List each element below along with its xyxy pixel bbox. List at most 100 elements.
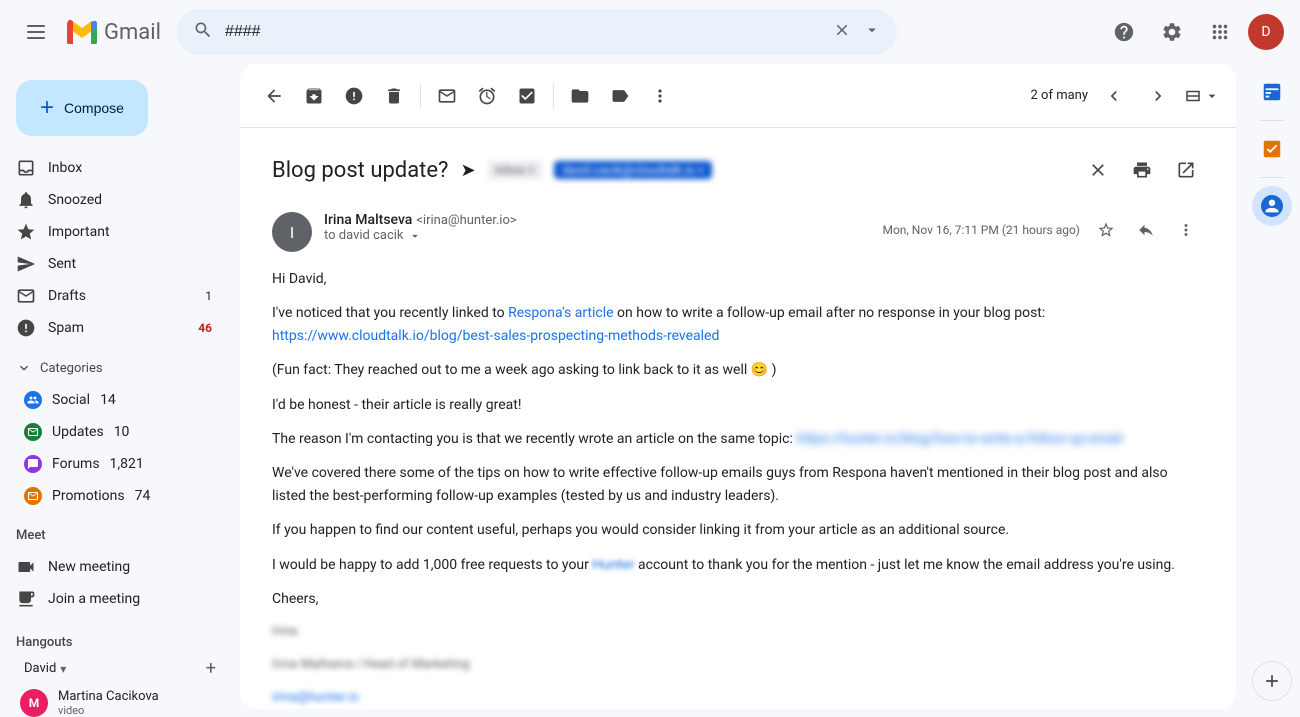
drafts-label: Drafts <box>48 288 193 304</box>
gmail-logo-text: Gmail <box>104 20 161 45</box>
right-add-button[interactable] <box>1252 661 1292 701</box>
sidebar-item-social[interactable]: Social 14 <box>0 384 224 416</box>
body-sig-title: Irina Maltseva | Head of Marketing <box>272 655 1204 676</box>
search-input[interactable] <box>225 23 821 41</box>
forward-indicator-icon: ➤ <box>460 160 475 181</box>
right-tasks-button[interactable] <box>1252 129 1292 169</box>
apps-button[interactable] <box>1200 12 1240 52</box>
forums-icon <box>24 455 42 473</box>
email-date: Mon, Nov 16, 7:11 PM (21 hours ago) <box>882 223 1080 237</box>
new-meeting-item[interactable]: New meeting <box>0 551 224 583</box>
more-toolbar-button[interactable] <box>642 78 678 114</box>
social-count: 14 <box>100 392 116 408</box>
sender-email: <irina@hunter.io> <box>416 213 516 228</box>
right-panel-divider-2 <box>1260 177 1284 178</box>
sidebar-item-drafts[interactable]: Drafts 1 <box>0 280 224 312</box>
right-panel <box>1244 64 1300 717</box>
search-bar[interactable] <box>177 9 897 55</box>
toolbar-sep-1 <box>420 84 421 108</box>
topbar: Gmail D <box>0 0 1300 64</box>
body-paragraph-6: If you happen to find our content useful… <box>272 519 1204 541</box>
body-sig-email: irina@hunter.io <box>272 688 1204 709</box>
body-paragraph-4: The reason I'm contacting you is that we… <box>272 428 1204 450</box>
toolbar-sep-2 <box>553 84 554 108</box>
sender-name: Irina Maltseva <box>324 212 412 228</box>
add-hangout-button[interactable]: + <box>206 658 216 679</box>
close-email-button[interactable] <box>1080 152 1116 188</box>
more-email-button[interactable] <box>1168 212 1204 248</box>
reply-button[interactable] <box>1128 212 1164 248</box>
body-paragraph-7: I would be happy to add 1,000 free reque… <box>272 554 1204 576</box>
respona-article-link[interactable]: Respona's article <box>508 305 613 321</box>
move-button[interactable] <box>562 78 598 114</box>
mark-unread-button[interactable] <box>429 78 465 114</box>
task-button[interactable] <box>509 78 545 114</box>
body-greeting: Hi David, <box>272 268 1204 290</box>
report-button[interactable] <box>336 78 372 114</box>
forums-count: 1,821 <box>110 456 144 472</box>
email-action-icons <box>1088 212 1204 248</box>
email-subject: Blog post update? <box>272 158 448 183</box>
hunter-article-link[interactable]: https://hunter.io/blog/how-to-write-a-fo… <box>796 431 1122 447</box>
join-meeting-label: Join a meeting <box>48 591 212 607</box>
user-avatar[interactable]: D <box>1248 14 1284 50</box>
sidebar-item-updates[interactable]: Updates 10 <box>0 416 224 448</box>
next-email-button[interactable] <box>1140 78 1176 114</box>
sidebar-item-promotions[interactable]: Promotions 74 <box>0 480 224 512</box>
gmail-logo: Gmail <box>64 14 161 50</box>
toolbar-right: 2 of many <box>1031 78 1221 114</box>
archive-button[interactable] <box>296 78 332 114</box>
meet-section: Meet New meeting Join a meeting <box>0 520 240 623</box>
right-add-section <box>1252 661 1292 709</box>
to-tag[interactable]: david.cacik@cloudtalk.io × <box>554 161 712 179</box>
updates-count: 10 <box>114 424 130 440</box>
compose-button[interactable]: + Compose <box>16 80 148 136</box>
david-user[interactable]: David ▾ + <box>16 654 224 683</box>
social-label: Social <box>52 392 90 408</box>
right-calendar-button[interactable] <box>1252 72 1292 112</box>
email-header: I Irina Maltseva <irina@hunter.io> to da… <box>272 212 1204 252</box>
hangout-contact-martina[interactable]: M Martina Cacikova video <box>16 683 224 717</box>
cloudtalk-blog-link[interactable]: https://www.cloudtalk.io/blog/best-sales… <box>272 328 719 344</box>
view-toggle-button[interactable] <box>1184 78 1220 114</box>
sidebar-item-sent[interactable]: Sent <box>0 248 224 280</box>
search-clear-icon[interactable] <box>833 21 851 43</box>
hangouts-label: Hangouts <box>16 635 72 650</box>
sidebar-item-forums[interactable]: Forums 1,821 <box>0 448 224 480</box>
categories-section: Categories Social 14 Updates 10 <box>0 352 240 512</box>
categories-header[interactable]: Categories <box>0 352 240 384</box>
compose-section: + Compose <box>16 80 224 136</box>
email-subject-row: Blog post update? ➤ Inbox × david.cacik@… <box>272 152 1204 188</box>
prev-email-button[interactable] <box>1096 78 1132 114</box>
important-icon <box>16 222 36 242</box>
delete-button[interactable] <box>376 78 412 114</box>
back-button[interactable] <box>256 78 292 114</box>
open-external-button[interactable] <box>1168 152 1204 188</box>
hamburger-button[interactable] <box>16 12 56 52</box>
subject-actions <box>1080 152 1204 188</box>
recipient-dropdown-icon[interactable] <box>408 229 422 243</box>
spam-label: Spam <box>48 320 186 336</box>
martina-name: Martina Cacikova <box>58 689 159 704</box>
print-email-button[interactable] <box>1124 152 1160 188</box>
star-button[interactable] <box>1088 212 1124 248</box>
body-paragraph-5: We've covered there some of the tips on … <box>272 462 1204 507</box>
snooze-button[interactable] <box>469 78 505 114</box>
email-area: 2 of many Blog post update? ➤ Inbox × <box>240 64 1236 709</box>
sidebar-item-inbox[interactable]: Inbox <box>0 152 224 184</box>
hunter-account-link[interactable]: Hunter <box>592 557 634 573</box>
sidebar-item-important[interactable]: Important <box>0 216 224 248</box>
right-contacts-button[interactable] <box>1252 186 1292 226</box>
sidebar-item-snoozed[interactable]: Snoozed <box>0 184 224 216</box>
label-button[interactable] <box>602 78 638 114</box>
inbox-label-tag[interactable]: Inbox × <box>488 161 543 179</box>
sidebar: + Compose Inbox Snoozed Impo <box>0 64 240 717</box>
spam-icon <box>16 318 36 338</box>
help-button[interactable] <box>1104 12 1144 52</box>
join-meeting-item[interactable]: Join a meeting <box>0 583 224 615</box>
settings-button[interactable] <box>1152 12 1192 52</box>
search-dropdown-icon[interactable] <box>863 21 881 43</box>
important-label: Important <box>48 224 212 240</box>
compose-label: Compose <box>64 100 124 116</box>
sidebar-item-spam[interactable]: Spam 46 <box>0 312 224 344</box>
